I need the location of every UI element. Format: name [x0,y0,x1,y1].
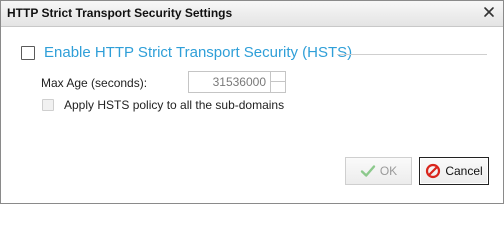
cancel-button-label: Cancel [445,164,483,178]
hsts-enable-row: Enable HTTP Strict Transport Security (H… [21,44,487,64]
dialog-title: HTTP Strict Transport Security Settings [7,6,233,20]
cancel-button[interactable]: Cancel [419,157,489,185]
max-age-spinner[interactable] [270,71,286,93]
subdomains-checkbox[interactable] [42,99,54,111]
max-age-label: Max Age (seconds): [41,76,148,90]
subdomains-label[interactable]: Apply HSTS policy to all the sub-domains [64,98,284,112]
ok-button[interactable]: OK [345,157,412,185]
spin-down-button[interactable] [271,82,285,92]
close-icon[interactable] [481,4,497,20]
checkmark-icon [360,163,376,179]
spin-up-button[interactable] [271,72,285,82]
enable-hsts-checkbox[interactable] [21,46,35,60]
max-age-input[interactable] [188,71,271,93]
hsts-settings-dialog: HTTP Strict Transport Security Settings … [0,0,504,204]
section-divider [337,54,487,55]
ok-button-label: OK [379,164,398,178]
cancel-icon [425,163,441,179]
enable-hsts-label[interactable]: Enable HTTP Strict Transport Security (H… [44,44,352,61]
title-bar[interactable]: HTTP Strict Transport Security Settings [1,1,503,27]
